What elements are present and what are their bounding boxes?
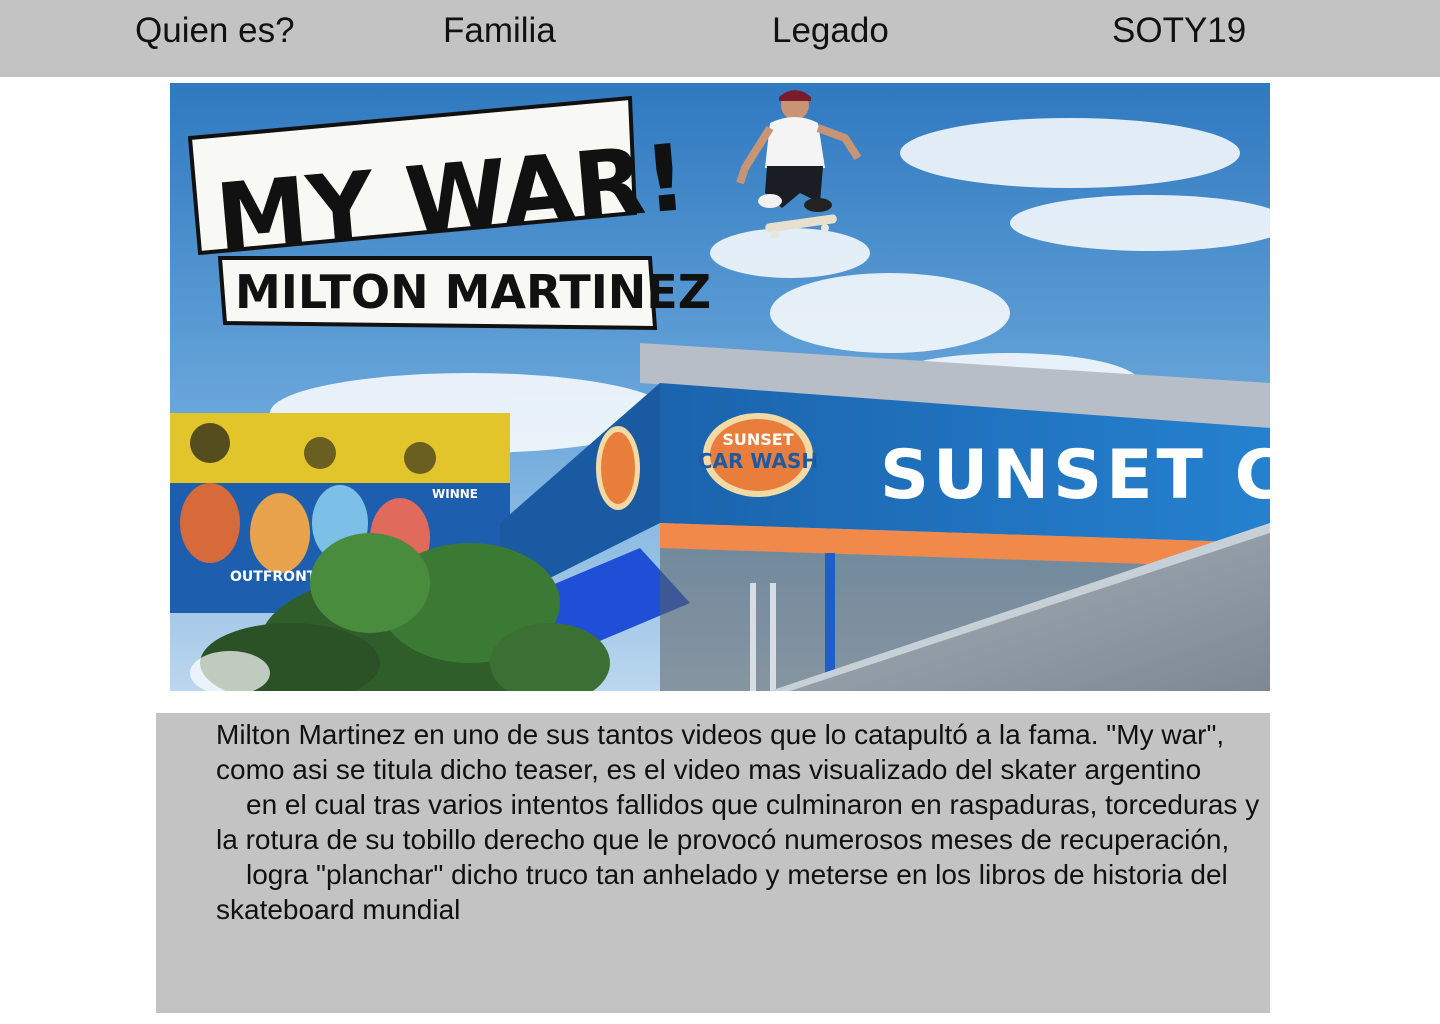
billboard-outfront-text: OUTFRONT: [230, 569, 317, 585]
hero-image: OUTFRONT WINNE SUNSET CAR WASH SUNSET C …: [170, 83, 1270, 691]
nav-link-soty19[interactable]: SOTY19: [1112, 10, 1246, 52]
nav-link-quien-es[interactable]: Quien es?: [135, 10, 295, 52]
poster-subtitle: MILTON MARTINEZ: [235, 265, 711, 319]
caption-text: Milton Martinez en uno de sus tantos vid…: [216, 717, 1266, 927]
top-nav: Quien es? Familia Legado SOTY19: [0, 0, 1440, 77]
nav-link-familia[interactable]: Familia: [443, 10, 556, 52]
billboard-winner-text: WINNE: [432, 487, 478, 501]
logo-text-bottom: CAR WASH: [698, 449, 818, 473]
caption-paragraph-1: Milton Martinez en uno de sus tantos vid…: [216, 719, 1225, 785]
poster-title-block: MY WAR! MILTON MARTINEZ: [187, 95, 711, 331]
logo-text-top: SUNSET: [722, 430, 793, 449]
caption-box: Milton Martinez en uno de sus tantos vid…: [156, 713, 1270, 1013]
sign-sunset-text: SUNSET CA: [880, 436, 1270, 515]
nav-link-legado[interactable]: Legado: [772, 10, 889, 52]
caption-paragraph-3: logra "planchar" dicho truco tan anhelad…: [216, 859, 1228, 925]
caption-paragraph-2: en el cual tras varios intentos fallidos…: [216, 789, 1260, 855]
